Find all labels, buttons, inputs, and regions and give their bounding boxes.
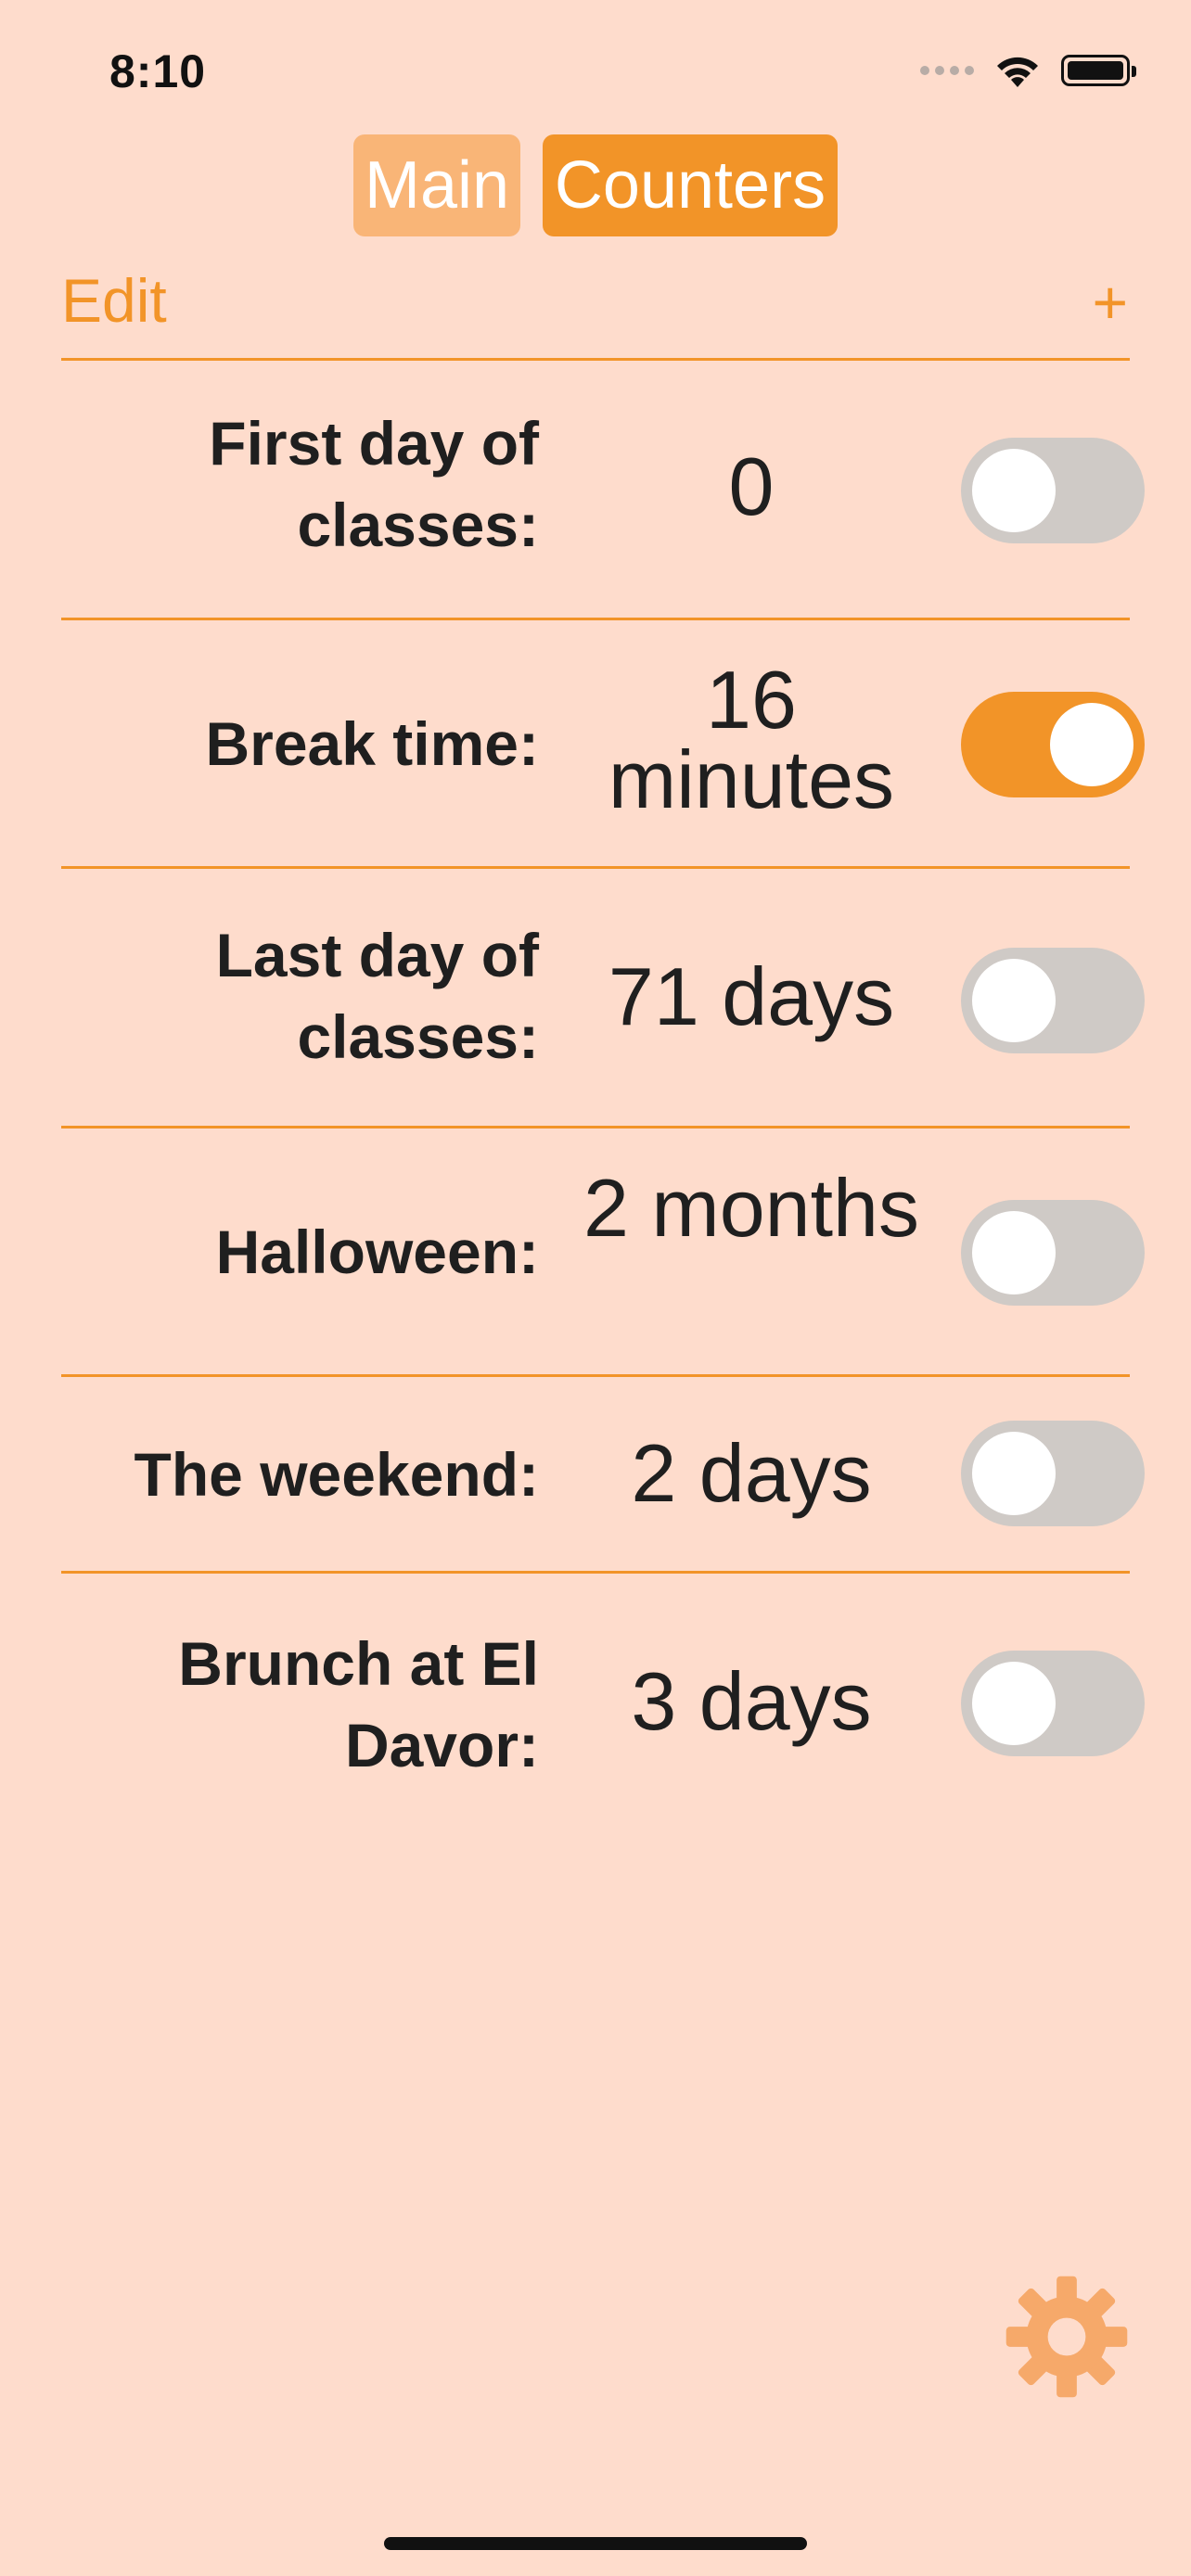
toggle-knob [972,1432,1056,1515]
wifi-icon [997,57,1038,87]
add-button[interactable]: + [1092,267,1128,338]
status-time: 8:10 [109,45,207,97]
toggle-knob [972,1662,1056,1745]
counter-toggle[interactable] [961,692,1145,797]
counter-value: 16 minutes [608,654,895,825]
counter-value: 2 days [631,1427,872,1519]
status-indicators [920,52,1136,89]
counter-toggle[interactable] [961,1651,1145,1756]
counter-row: Last day of classes: 71 days [0,866,1191,1126]
counter-value: 2 months [583,1162,919,1254]
counter-label: Brunch at El Davor: [178,1629,539,1779]
toggle-knob [972,959,1056,1042]
counter-row: First day of classes: 0 [0,358,1191,618]
counter-toggle[interactable] [961,438,1145,543]
counter-label: Break time: [205,709,540,778]
counter-label: Halloween: [215,1218,539,1286]
segmented-tabs: Main Counters [0,134,1191,236]
battery-icon [1061,55,1136,86]
toggle-knob [972,1211,1056,1294]
counter-row: Brunch at El Davor: 3 days [0,1571,1191,1816]
tab-main[interactable]: Main [353,134,520,236]
counter-row: Halloween: 2 months [0,1126,1191,1374]
counter-toggle[interactable] [961,1200,1145,1306]
counter-toggle[interactable] [961,1421,1145,1526]
counter-label: Last day of classes: [215,921,539,1071]
cellular-signal-icon [920,66,974,75]
counter-label: First day of classes: [209,409,539,559]
toggle-knob [972,449,1056,532]
counter-value: 71 days [608,950,895,1042]
gear-icon[interactable] [1004,2274,1130,2400]
edit-button[interactable]: Edit [61,265,167,336]
toggle-knob [1050,703,1133,786]
tab-counters[interactable]: Counters [543,134,838,236]
counter-toggle[interactable] [961,948,1145,1053]
home-indicator [384,2537,807,2550]
counter-row: The weekend: 2 days [0,1374,1191,1571]
counter-value: 0 [728,440,775,532]
counter-label: The weekend: [134,1440,539,1509]
counter-row: Break time: 16 minutes [0,618,1191,866]
counter-value: 3 days [631,1655,872,1747]
